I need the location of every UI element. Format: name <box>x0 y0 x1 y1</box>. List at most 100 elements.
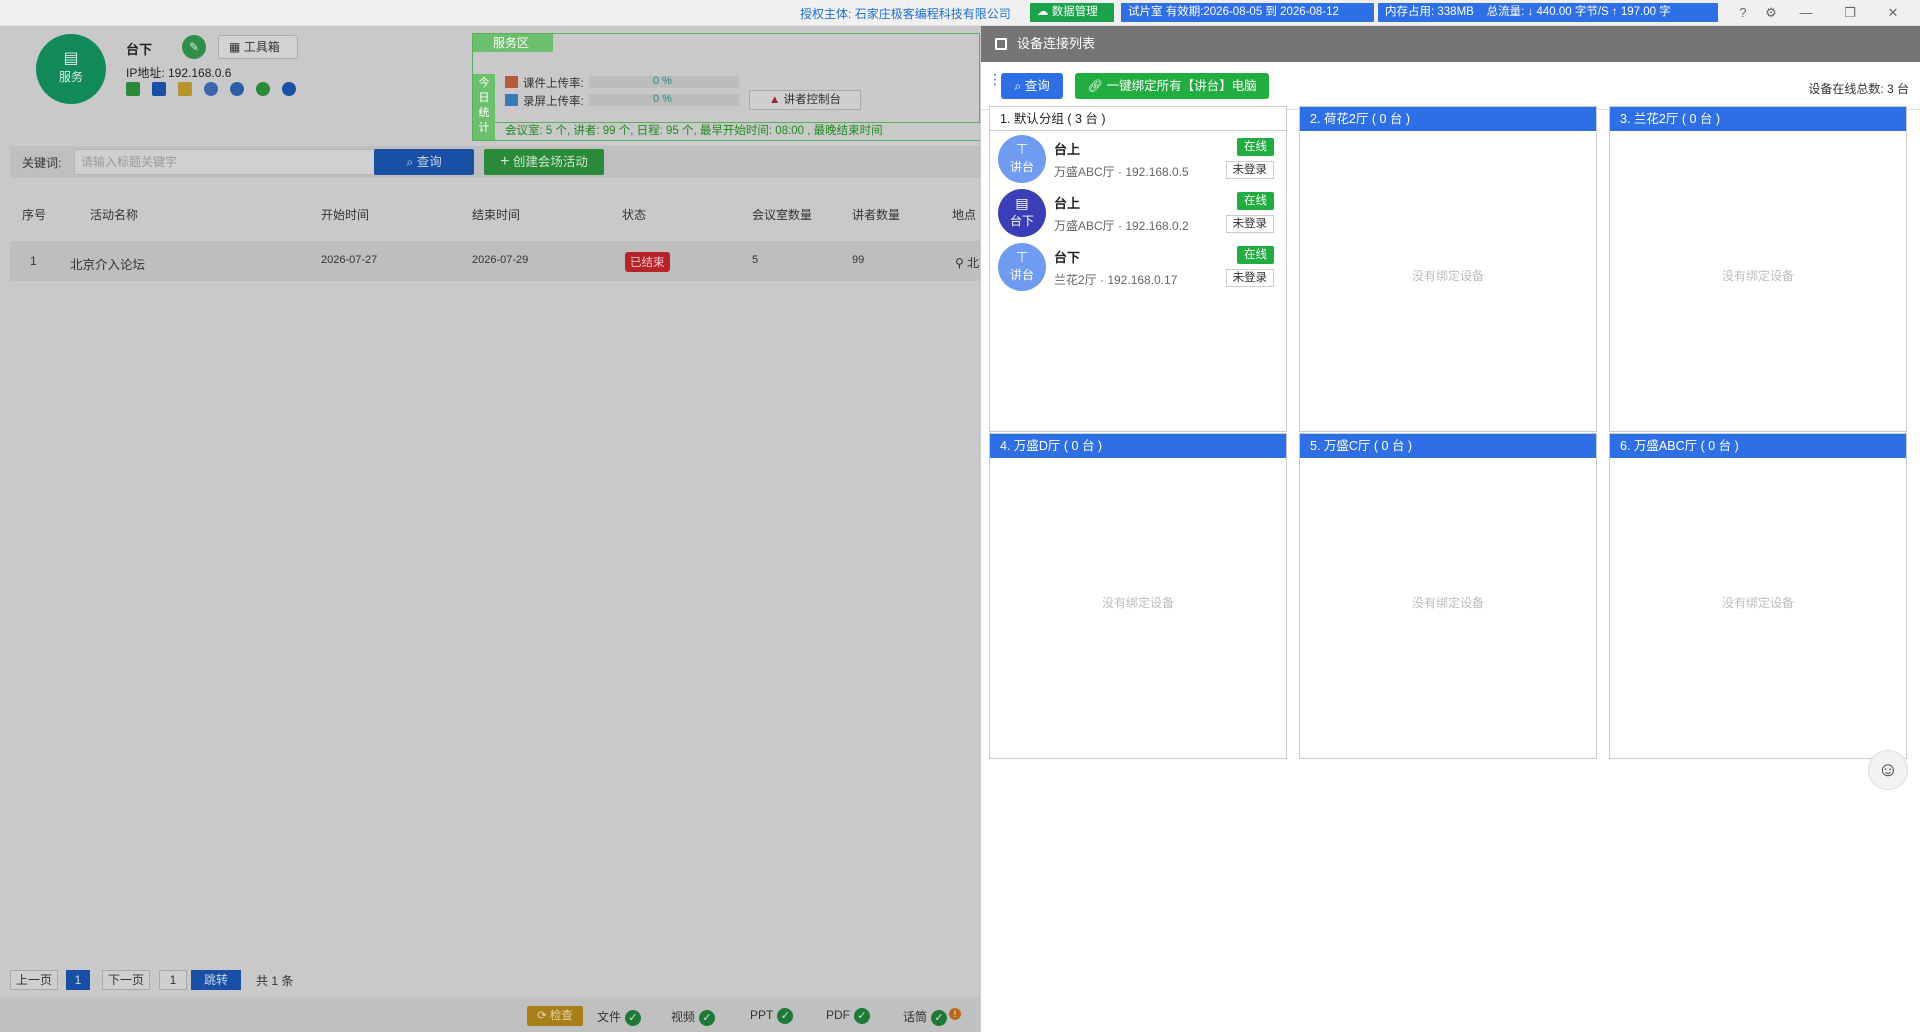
service-avatar[interactable]: ▤ 服务 <box>36 34 106 104</box>
cell-start: 2026-07-27 <box>321 254 378 266</box>
device-name: 台上 <box>1054 196 1081 211</box>
restore-icon[interactable]: ❐ <box>1837 3 1863 23</box>
device-item[interactable]: ⊤ 讲台 台下 兰花2厅 · 192.168.0.17 在线 未登录 <box>996 241 1280 293</box>
drag-handle-icon[interactable]: ⋮ <box>988 72 1002 96</box>
settings-gear-icon[interactable]: ⚙ <box>1758 3 1784 23</box>
data-management-button[interactable]: ☁ 数据管理 <box>1030 3 1114 22</box>
online-badge: 在线 <box>1237 192 1274 210</box>
speaker-console-button[interactable]: ▲ 讲者控制台 <box>749 90 861 110</box>
monitor-icon[interactable] <box>152 82 166 96</box>
plus-icon: + <box>500 153 510 170</box>
query-button[interactable]: ⌕ 查询 <box>374 149 474 175</box>
title-bar: 授权主体: 石家庄极客编程科技有限公司 ☁ 数据管理 试片室 有效期:2026-… <box>0 0 1920 26</box>
check-icon: ✓ <box>625 1009 642 1026</box>
group-header: 3. 兰花2厅 ( 0 台 ) <box>1610 107 1906 131</box>
device-location: 万盛ABC厅 · 192.168.0.5 <box>1054 165 1189 179</box>
ip-address: IP地址: 192.168.0.6 <box>126 66 232 80</box>
group-header: 6. 万盛ABC厅 ( 0 台 ) <box>1610 434 1906 458</box>
online-badge: 在线 <box>1237 138 1274 156</box>
device-type-label: 讲台 <box>1009 268 1034 282</box>
empty-message: 没有绑定设备 <box>1411 269 1484 283</box>
cell-place: ⚲ 北 <box>955 254 979 271</box>
quick-icons <box>126 82 306 98</box>
create-event-label: 创建会场活动 <box>512 155 588 169</box>
device-group-6: 6. 万盛ABC厅 ( 0 台 ) 没有绑定设备 <box>1609 433 1907 759</box>
status-pdf-label: PDF <box>826 1008 850 1023</box>
group-header: 2. 荷花2厅 ( 0 台 ) <box>1300 107 1596 131</box>
close-icon[interactable]: ✕ <box>1880 3 1906 23</box>
device-query-button[interactable]: ⌕ 查询 <box>1001 73 1063 99</box>
side-char: 统 <box>478 107 490 119</box>
device-group-2: 2. 荷花2厅 ( 0 台 ) 没有绑定设备 <box>1299 106 1597 432</box>
license-company[interactable]: 石家庄极客编程科技有限公司 <box>855 7 1011 21</box>
device-type-label: 台下 <box>1009 214 1034 228</box>
grid-icon: ▦ <box>229 40 241 54</box>
device-group-5: 5. 万盛C厅 ( 0 台 ) 没有绑定设备 <box>1299 433 1597 759</box>
prev-page-button[interactable]: 上一页 <box>10 970 58 990</box>
bind-all-podium-button[interactable]: 🔗︎ 一键绑定所有【讲台】电脑 <box>1075 73 1269 99</box>
minimize-icon[interactable]: — <box>1793 3 1819 23</box>
resource-usage-badge: 内存占用: 338MB 总流量: ↓ 440.00 字节/S ↑ 197.00 … <box>1378 3 1718 22</box>
page-number-button[interactable]: 1 <box>66 970 90 990</box>
panel-toolbar: ⋮ ⌕ 查询 🔗︎ 一键绑定所有【讲台】电脑 设备在线总数: 3 台 <box>981 62 1920 110</box>
server-icon: ▤ <box>63 50 79 67</box>
device-name: 台下 <box>1054 250 1081 265</box>
status-ppt: PPT ✓ <box>750 1008 794 1024</box>
login-status-badge: 未登录 <box>1225 215 1274 233</box>
cell-index: 1 <box>30 254 37 268</box>
toolbox-button[interactable]: ▦ 工具箱 <box>218 35 298 59</box>
network-icon[interactable] <box>204 82 218 96</box>
podium-icon: ⊤ 讲台 <box>998 135 1046 183</box>
today-stats-side-label: 今 日 统 计 <box>473 74 495 140</box>
login-status-badge: 未登录 <box>1225 161 1274 179</box>
device-query-label: 查询 <box>1024 79 1050 93</box>
create-event-button[interactable]: + 创建会场活动 <box>484 149 604 175</box>
panel-title: 设备连接列表 <box>1017 36 1096 51</box>
network-traffic: 总流量: ↓ 440.00 字节/S ↑ 197.00 字 <box>1486 6 1671 18</box>
device-type-label: 讲台 <box>1009 160 1034 174</box>
location-pin-icon: ⚲ <box>955 256 964 270</box>
check-button[interactable]: ⟳ 检查 <box>527 1006 583 1026</box>
podium-icon: ⊤ 讲台 <box>998 243 1046 291</box>
jump-button[interactable]: 跳转 <box>191 970 241 990</box>
check-icon: ✓ <box>931 1009 948 1026</box>
globe-icon[interactable] <box>230 82 244 96</box>
group-header: 4. 万盛D厅 ( 0 台 ) <box>990 434 1286 458</box>
toolbox-label: 工具箱 <box>243 40 280 54</box>
device-item[interactable]: ⊤ 讲台 台上 万盛ABC厅 · 192.168.0.5 在线 未登录 <box>996 133 1280 185</box>
status-bar: ⟳ 检查 文件 ✓ 视频 ✓ PPT ✓ PDF ✓ 话筒 ✓! <box>0 998 980 1032</box>
col-header-speakers: 讲者数量 <box>852 208 901 222</box>
host-name: 台下 <box>126 42 153 57</box>
col-header-name: 活动名称 <box>90 208 139 222</box>
podium-icon: ▲ <box>768 94 781 106</box>
status-pdf: PDF ✓ <box>826 1008 870 1024</box>
list-icon <box>995 38 1007 50</box>
edit-icon[interactable]: ✎ <box>182 35 206 59</box>
table-row[interactable]: 1 北京介入论坛 2026-07-27 2026-07-29 已结束 5 99 … <box>10 241 980 281</box>
keyword-input[interactable]: 请输入标题关键字 <box>74 149 380 175</box>
device-location: 万盛ABC厅 · 192.168.0.2 <box>1054 219 1189 233</box>
wechat-icon[interactable] <box>256 82 270 96</box>
cell-rooms: 5 <box>752 254 759 266</box>
side-char: 今 <box>478 77 490 89</box>
folder-icon[interactable] <box>178 82 192 96</box>
page-jump-input[interactable]: 1 <box>159 970 187 990</box>
assistant-avatar-icon[interactable]: ☺ <box>1868 750 1908 790</box>
next-page-button[interactable]: 下一页 <box>102 970 150 990</box>
col-header-start: 开始时间 <box>321 208 370 222</box>
ppt-icon <box>505 76 518 88</box>
device-item[interactable]: ▤ 台下 台上 万盛ABC厅 · 192.168.0.2 在线 未登录 <box>996 187 1280 239</box>
speaker-console-label: 讲者控制台 <box>783 94 842 106</box>
speaker-icon[interactable] <box>126 82 140 96</box>
help-icon[interactable]: ? <box>1730 3 1756 23</box>
search-circle-icon[interactable] <box>282 82 296 96</box>
side-char: 计 <box>478 122 490 134</box>
service-area-tab: 服务区 <box>473 34 553 52</box>
audience-icon: ▤ 台下 <box>998 189 1046 237</box>
col-header-end: 结束时间 <box>472 208 521 222</box>
query-label: 查询 <box>416 155 442 169</box>
online-badge: 在线 <box>1237 246 1274 264</box>
status-mic-label: 话筒 <box>903 1010 928 1024</box>
service-avatar-label: 服务 <box>58 70 83 84</box>
device-group-3: 3. 兰花2厅 ( 0 台 ) 没有绑定设备 <box>1609 106 1907 432</box>
